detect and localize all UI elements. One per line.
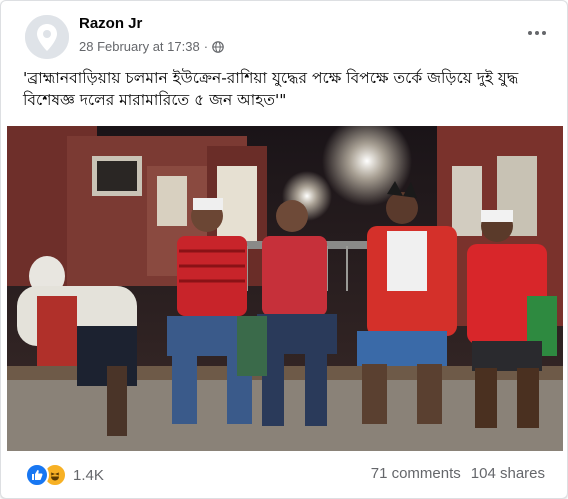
meta-separator: · — [203, 39, 209, 54]
comments-count[interactable]: 71 comments — [371, 465, 461, 482]
post-meta: 28 February at 17:38 · — [79, 39, 224, 54]
post-footer: 1.4K 71 comments 104 shares — [17, 455, 553, 491]
more-options-icon[interactable] — [521, 21, 553, 45]
like-icon — [25, 463, 49, 487]
post-caption: 'ব্রাহ্মানবাড়িয়ায় চলমান ইউক্রেন-রাশিয… — [23, 69, 524, 109]
reaction-count: 1.4K — [73, 466, 104, 484]
location-pin-icon — [25, 15, 69, 59]
post-header: Razon Jr 28 February at 17:38 · — [17, 13, 553, 59]
shares-count[interactable]: 104 shares — [471, 465, 545, 482]
post-photo[interactable] — [7, 126, 563, 451]
reactions-summary[interactable]: 1.4K — [25, 463, 104, 487]
post-card: Razon Jr 28 February at 17:38 · 'ব্রাহ্ম… — [0, 0, 568, 499]
globe-icon[interactable] — [212, 40, 224, 53]
post-timestamp[interactable]: 28 February at 17:38 — [79, 39, 200, 54]
engagement-stats: 71 comments 104 shares — [371, 465, 545, 482]
author-avatar[interactable] — [25, 15, 69, 59]
author-name[interactable]: Razon Jr — [79, 15, 142, 32]
